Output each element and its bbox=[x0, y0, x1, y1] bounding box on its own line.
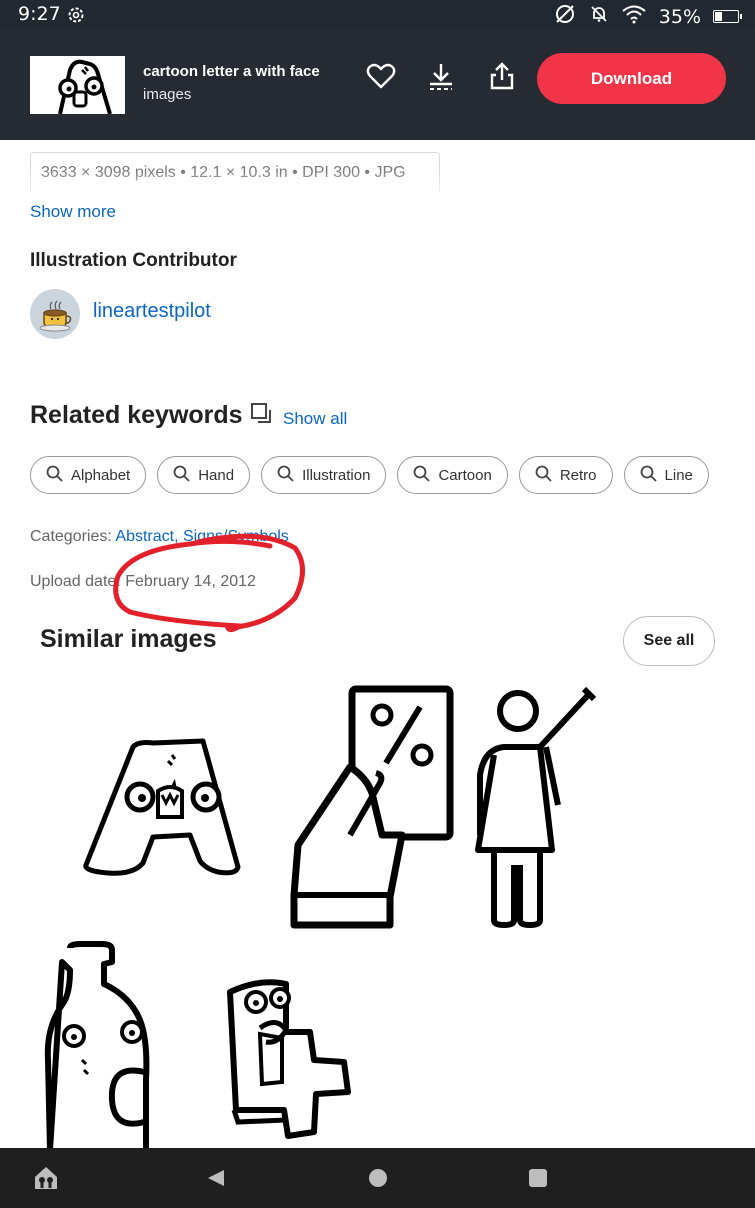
search-icon bbox=[535, 465, 552, 486]
battery-icon bbox=[713, 10, 742, 23]
share-icon[interactable] bbox=[486, 60, 518, 92]
keyword-chip-label: Cartoon bbox=[438, 466, 492, 484]
recents-square-icon[interactable] bbox=[528, 1168, 548, 1193]
status-icons: 35% bbox=[553, 2, 742, 31]
image-header: cartoon letter a with face images Downlo… bbox=[0, 30, 755, 140]
similar-image-woman-raising-hand[interactable] bbox=[460, 685, 600, 930]
contributor-name-link[interactable]: lineartestpilot bbox=[93, 300, 211, 323]
status-bar: 9:27 35% bbox=[0, 0, 755, 30]
avatar[interactable] bbox=[30, 289, 80, 339]
battery-level-fill bbox=[715, 12, 722, 21]
keyword-chip-label: Retro bbox=[559, 466, 597, 484]
no-sync-icon bbox=[553, 2, 577, 31]
keywords-show-all-link[interactable]: Show all bbox=[283, 409, 347, 429]
keyword-chip-illustration[interactable]: Illustration bbox=[261, 456, 387, 494]
show-more-link[interactable]: Show more bbox=[30, 202, 116, 222]
similar-image-number-four[interactable] bbox=[220, 972, 355, 1147]
search-icon bbox=[413, 465, 431, 486]
home-circle-icon[interactable] bbox=[368, 1168, 388, 1193]
see-all-button[interactable]: See all bbox=[623, 616, 715, 666]
search-icon bbox=[46, 465, 63, 486]
contributor-heading: Illustration Contributor bbox=[30, 250, 237, 271]
keyword-chip-label: Hand bbox=[198, 466, 235, 484]
copy-icon[interactable] bbox=[250, 402, 274, 426]
search-icon bbox=[640, 465, 657, 486]
wifi-icon bbox=[621, 4, 647, 29]
keyword-chip-alphabet[interactable]: Alphabet bbox=[30, 456, 147, 494]
upload-date-label: Upload date: bbox=[30, 573, 121, 590]
image-dimensions: 3633 × 3098 pixels • 12.1 × 10.3 in • DP… bbox=[30, 152, 440, 192]
home-app-icon[interactable] bbox=[32, 1164, 60, 1197]
keyword-chip-hand[interactable]: Hand bbox=[157, 456, 251, 494]
red-annotation-circle bbox=[113, 533, 305, 633]
keyword-chip-label: Line bbox=[664, 466, 693, 484]
back-triangle-icon[interactable] bbox=[206, 1168, 226, 1193]
status-time: 9:27 bbox=[18, 3, 61, 25]
categories-label: Categories: bbox=[30, 528, 112, 545]
keyword-chip-line[interactable]: Line bbox=[623, 456, 709, 494]
similar-image-hand-phone[interactable] bbox=[290, 685, 455, 930]
favorite-heart-icon[interactable] bbox=[365, 60, 397, 92]
system-nav-bar bbox=[0, 1148, 755, 1208]
keyword-chips: Alphabet Hand Illustration Cartoon Retro… bbox=[30, 456, 709, 494]
keyword-chip-retro[interactable]: Retro bbox=[518, 456, 613, 494]
image-thumbnail[interactable] bbox=[30, 56, 125, 114]
similar-image-letter-a[interactable] bbox=[78, 735, 246, 880]
similar-images-heading: Similar images bbox=[40, 625, 217, 653]
keyword-chip-label: Alphabet bbox=[71, 466, 131, 484]
battery-percent: 35% bbox=[658, 5, 701, 28]
bell-off-icon bbox=[589, 4, 609, 29]
similar-image-bottle-face[interactable] bbox=[40, 940, 155, 1150]
related-keywords-heading: Related keywords bbox=[30, 401, 243, 429]
keyword-chip-cartoon[interactable]: Cartoon bbox=[397, 456, 508, 494]
search-icon bbox=[277, 465, 294, 486]
download-arrow-icon[interactable] bbox=[425, 60, 457, 92]
search-icon bbox=[173, 465, 190, 486]
image-type: images bbox=[143, 86, 192, 103]
image-title: cartoon letter a with face bbox=[143, 63, 320, 80]
keyword-chip-label: Illustration bbox=[302, 466, 371, 484]
download-button[interactable]: Download bbox=[537, 53, 726, 104]
settings-gear-icon bbox=[66, 5, 86, 30]
